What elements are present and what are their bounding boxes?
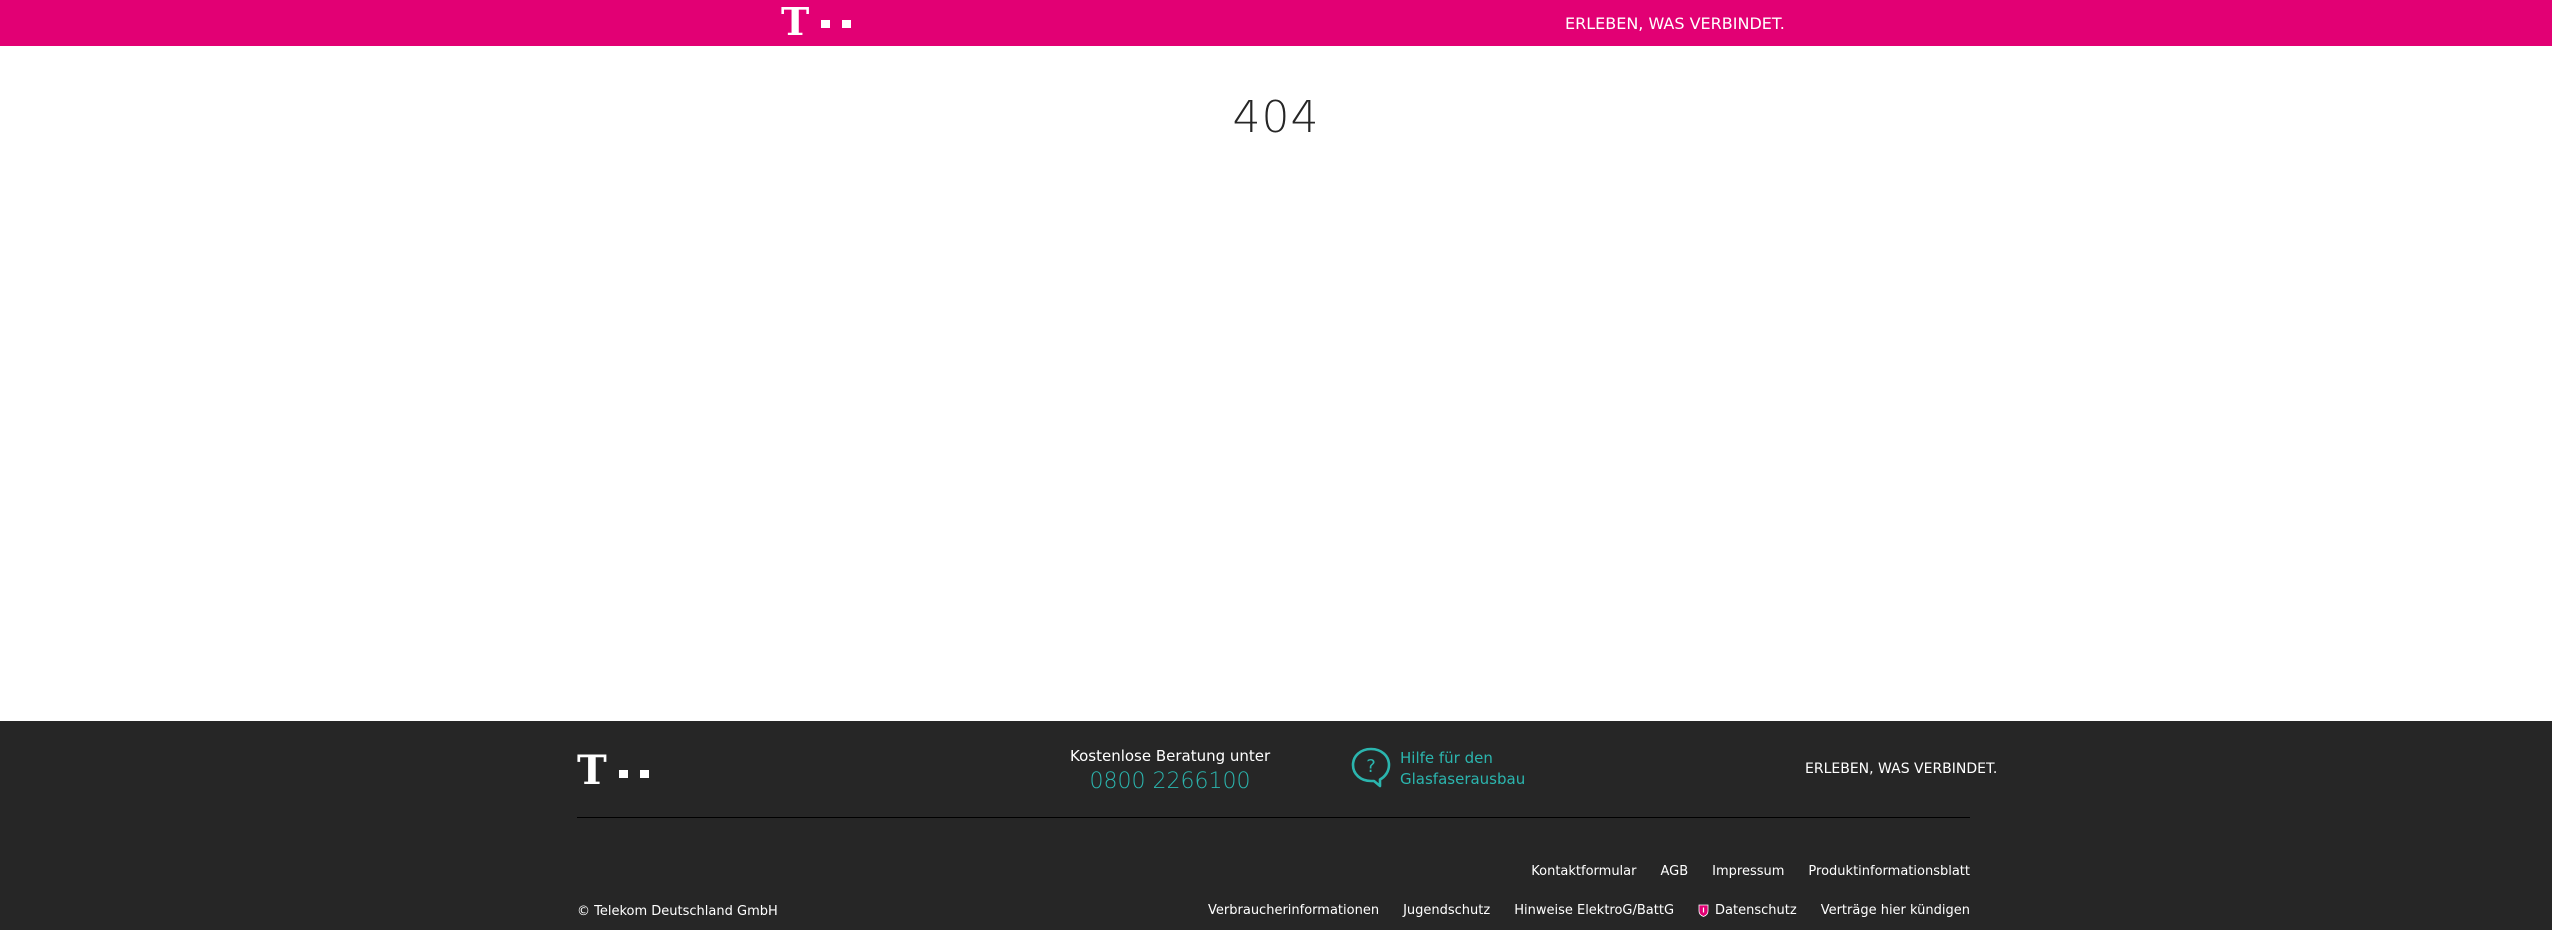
question-bubble-icon: ? bbox=[1351, 747, 1391, 788]
free-consultation: Kostenlose Beratung unter 0800 2266100 bbox=[1070, 747, 1270, 794]
logo-dot bbox=[821, 20, 831, 28]
logo-t-letter: T bbox=[577, 747, 607, 794]
telekom-logo[interactable]: T bbox=[781, 0, 852, 44]
top-header: T ERLEBEN, WAS VERBINDET. bbox=[0, 0, 2552, 46]
privacy-shield-icon bbox=[1698, 904, 1709, 917]
fiber-help-line1: Hilfe für den bbox=[1400, 749, 1493, 767]
svg-text:?: ? bbox=[1366, 756, 1376, 777]
page-footer: T Kostenlose Beratung unter 0800 2266100… bbox=[0, 721, 2552, 930]
error-code-heading: 404 bbox=[1232, 92, 1320, 143]
footer-telekom-logo[interactable]: T bbox=[577, 751, 649, 791]
fiber-help-text: Hilfe für den Glasfaserausbau bbox=[1400, 748, 1530, 790]
consultation-label: Kostenlose Beratung unter bbox=[1070, 747, 1271, 765]
fiber-help-link[interactable]: ? Hilfe für den Glasfaserausbau bbox=[1350, 746, 1530, 790]
footer-link-jugendschutz[interactable]: Jugendschutz bbox=[1403, 903, 1490, 918]
footer-link-produktinformationsblatt[interactable]: Produktinformationsblatt bbox=[1808, 864, 1970, 879]
datenschutz-label: Datenschutz bbox=[1715, 903, 1797, 918]
footer-links-row-2: Verbraucherinformationen Jugendschutz Hi… bbox=[1208, 903, 1970, 918]
footer-slogan: ERLEBEN, WAS VERBINDET. bbox=[1805, 761, 1998, 777]
footer-link-verbraucherinformationen[interactable]: Verbraucherinformationen bbox=[1208, 903, 1379, 918]
logo-dot bbox=[639, 770, 649, 778]
footer-links-row-1: Kontaktformular AGB Impressum Produktinf… bbox=[1531, 864, 1970, 879]
consultation-phone-link[interactable]: 0800 2266100 bbox=[1070, 769, 1270, 794]
footer-link-agb[interactable]: AGB bbox=[1660, 864, 1688, 879]
fiber-help-line2: Glasfaserausbau bbox=[1400, 770, 1526, 788]
footer-divider bbox=[577, 817, 1970, 818]
header-slogan: ERLEBEN, WAS VERBINDET. bbox=[1565, 14, 1785, 33]
footer-link-datenschutz[interactable]: Datenschutz bbox=[1698, 903, 1797, 918]
logo-t-letter: T bbox=[781, 0, 810, 44]
footer-link-hinweise-elektrog[interactable]: Hinweise ElektroG/BattG bbox=[1514, 903, 1674, 918]
footer-link-impressum[interactable]: Impressum bbox=[1712, 864, 1784, 879]
footer-link-vertraege-kuendigen[interactable]: Verträge hier kündigen bbox=[1821, 903, 1970, 918]
logo-dot bbox=[842, 20, 852, 28]
copyright-text: © Telekom Deutschland GmbH bbox=[577, 904, 778, 919]
footer-link-kontaktformular[interactable]: Kontaktformular bbox=[1531, 864, 1636, 879]
logo-dot bbox=[618, 770, 628, 778]
